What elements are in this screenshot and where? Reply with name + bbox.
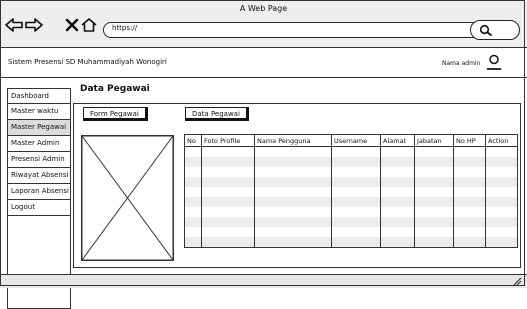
window-frame [0, 0, 525, 286]
